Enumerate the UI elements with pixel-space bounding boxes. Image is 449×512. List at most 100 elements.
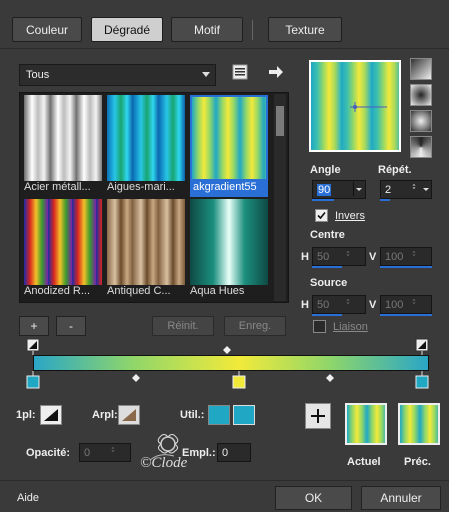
foreground-swatch-icon bbox=[44, 409, 58, 421]
source-v-slider[interactable] bbox=[380, 314, 432, 316]
save-button[interactable]: Enreg. bbox=[224, 316, 286, 336]
watermark-text: ©Clode bbox=[140, 455, 188, 471]
center-v-input[interactable]: 100 bbox=[380, 247, 432, 266]
angle-label: Angle bbox=[310, 164, 341, 176]
gradient-swatch bbox=[107, 95, 185, 181]
user-color-radio[interactable] bbox=[208, 405, 230, 425]
foreground-stop-label: 1pl: bbox=[16, 409, 36, 421]
spin-arrows-icon[interactable] bbox=[343, 250, 353, 257]
spin-arrows-icon[interactable] bbox=[343, 298, 353, 305]
user-color-label: Util.: bbox=[180, 409, 205, 421]
help-link[interactable]: Aide bbox=[17, 492, 39, 504]
color-stop-end[interactable] bbox=[415, 375, 429, 389]
repeat-slider[interactable] bbox=[380, 199, 390, 201]
ok-button[interactable]: OK bbox=[275, 486, 352, 510]
source-label: Source bbox=[310, 277, 348, 289]
spin-arrows-icon[interactable] bbox=[409, 298, 419, 305]
center-v-value: 100 bbox=[385, 250, 404, 263]
angle-dropdown[interactable] bbox=[353, 182, 363, 196]
center-label: Centre bbox=[310, 229, 345, 241]
color-stop-start[interactable] bbox=[26, 375, 40, 389]
category-select-value: Tous bbox=[26, 69, 50, 81]
gradient-swatch bbox=[24, 95, 102, 181]
gallery-item-anodized[interactable] bbox=[24, 199, 102, 285]
center-v-label: V bbox=[369, 251, 377, 263]
link-checkbox[interactable] bbox=[313, 320, 326, 333]
angle-slider[interactable] bbox=[312, 199, 334, 201]
arrow-right-icon[interactable] bbox=[268, 65, 284, 79]
color-stop-middle[interactable] bbox=[232, 375, 246, 389]
location-input[interactable]: 0 bbox=[217, 443, 251, 462]
source-h-input[interactable]: 50 bbox=[312, 295, 366, 314]
user-color-swatch[interactable] bbox=[233, 405, 255, 425]
footer-divider bbox=[0, 480, 449, 481]
repeat-dropdown[interactable] bbox=[421, 182, 431, 196]
list-view-icon[interactable] bbox=[232, 64, 248, 80]
gallery-item-antiqued[interactable] bbox=[107, 199, 185, 285]
previous-label: Préc. bbox=[404, 456, 431, 468]
cancel-button[interactable]: Annuler bbox=[361, 486, 441, 510]
background-stop-button[interactable] bbox=[118, 405, 140, 425]
radial-gradient-style-button[interactable] bbox=[410, 84, 432, 106]
add-to-swatches-button[interactable] bbox=[305, 403, 331, 429]
gallery-item-acier[interactable] bbox=[24, 95, 102, 181]
location-value: 0 bbox=[222, 446, 229, 459]
foreground-stop-button[interactable] bbox=[40, 405, 62, 425]
previous-preview[interactable] bbox=[398, 403, 440, 445]
reset-button[interactable]: Réinit. bbox=[152, 316, 214, 336]
gallery-scrollbar[interactable] bbox=[274, 94, 286, 301]
center-v-slider[interactable] bbox=[380, 266, 432, 268]
invert-checkbox[interactable] bbox=[315, 209, 328, 222]
angle-value: 90 bbox=[317, 183, 332, 196]
opacity-value: 0 bbox=[84, 446, 91, 459]
gallery-item-label: Acier métall... bbox=[24, 181, 91, 193]
gradient-swatch bbox=[107, 199, 185, 285]
invert-label[interactable]: Invers bbox=[335, 210, 365, 222]
current-label: Actuel bbox=[347, 456, 381, 468]
center-h-input[interactable]: 50 bbox=[312, 247, 366, 266]
spin-arrows-icon[interactable] bbox=[409, 183, 419, 190]
source-h-slider[interactable] bbox=[312, 314, 342, 316]
header-divider bbox=[0, 48, 449, 49]
add-gradient-button[interactable]: + bbox=[19, 316, 49, 336]
gradient-bar[interactable] bbox=[33, 355, 429, 371]
source-v-input[interactable]: 100 bbox=[380, 295, 432, 314]
tab-texture[interactable]: Texture bbox=[268, 17, 342, 42]
center-h-slider[interactable] bbox=[312, 266, 342, 268]
watermark: ©Clode bbox=[130, 430, 210, 474]
scrollbar-thumb[interactable] bbox=[276, 106, 284, 136]
plus-icon bbox=[311, 409, 325, 423]
background-stop-label: Arpl: bbox=[92, 409, 118, 421]
source-v-value: 100 bbox=[385, 298, 404, 311]
spin-arrows-icon[interactable] bbox=[108, 446, 118, 453]
center-h-label: H bbox=[301, 251, 309, 263]
current-preview[interactable] bbox=[345, 403, 387, 445]
category-select[interactable]: Tous bbox=[19, 64, 216, 86]
tab-motif[interactable]: Motif bbox=[171, 17, 243, 42]
gradient-direction-indicator bbox=[350, 102, 387, 112]
gradient-swatch bbox=[24, 199, 102, 285]
gradient-swatch bbox=[190, 199, 268, 285]
gradient-preview[interactable] bbox=[309, 60, 401, 152]
source-h-value: 50 bbox=[317, 298, 330, 311]
link-label[interactable]: Liaison bbox=[333, 321, 368, 333]
color-midpoint[interactable] bbox=[132, 374, 140, 382]
rectangular-gradient-style-button[interactable] bbox=[410, 136, 432, 158]
gallery-item-aigues-marines[interactable] bbox=[107, 95, 185, 181]
opacity-input[interactable]: 0 bbox=[79, 443, 131, 462]
linear-gradient-style-button[interactable] bbox=[410, 58, 432, 80]
sunburst-gradient-style-button[interactable] bbox=[410, 110, 432, 132]
tab-couleur[interactable]: Couleur bbox=[12, 17, 82, 42]
gallery-item-akgradient55[interactable] bbox=[190, 95, 268, 181]
color-midpoint[interactable] bbox=[326, 374, 334, 382]
remove-gradient-button[interactable]: - bbox=[56, 316, 86, 336]
spin-arrows-icon[interactable] bbox=[409, 250, 419, 257]
source-h-label: H bbox=[301, 299, 309, 311]
background-swatch-icon bbox=[122, 409, 136, 421]
gallery-item-label: Aigues-mari... bbox=[107, 181, 175, 193]
tab-degrade[interactable]: Dégradé bbox=[91, 17, 163, 42]
gradient-swatch bbox=[192, 97, 266, 179]
gallery-item-label: akgradient55 bbox=[190, 181, 268, 197]
opacity-midpoint[interactable] bbox=[223, 346, 231, 354]
gallery-item-aqua-hues[interactable] bbox=[190, 199, 268, 285]
